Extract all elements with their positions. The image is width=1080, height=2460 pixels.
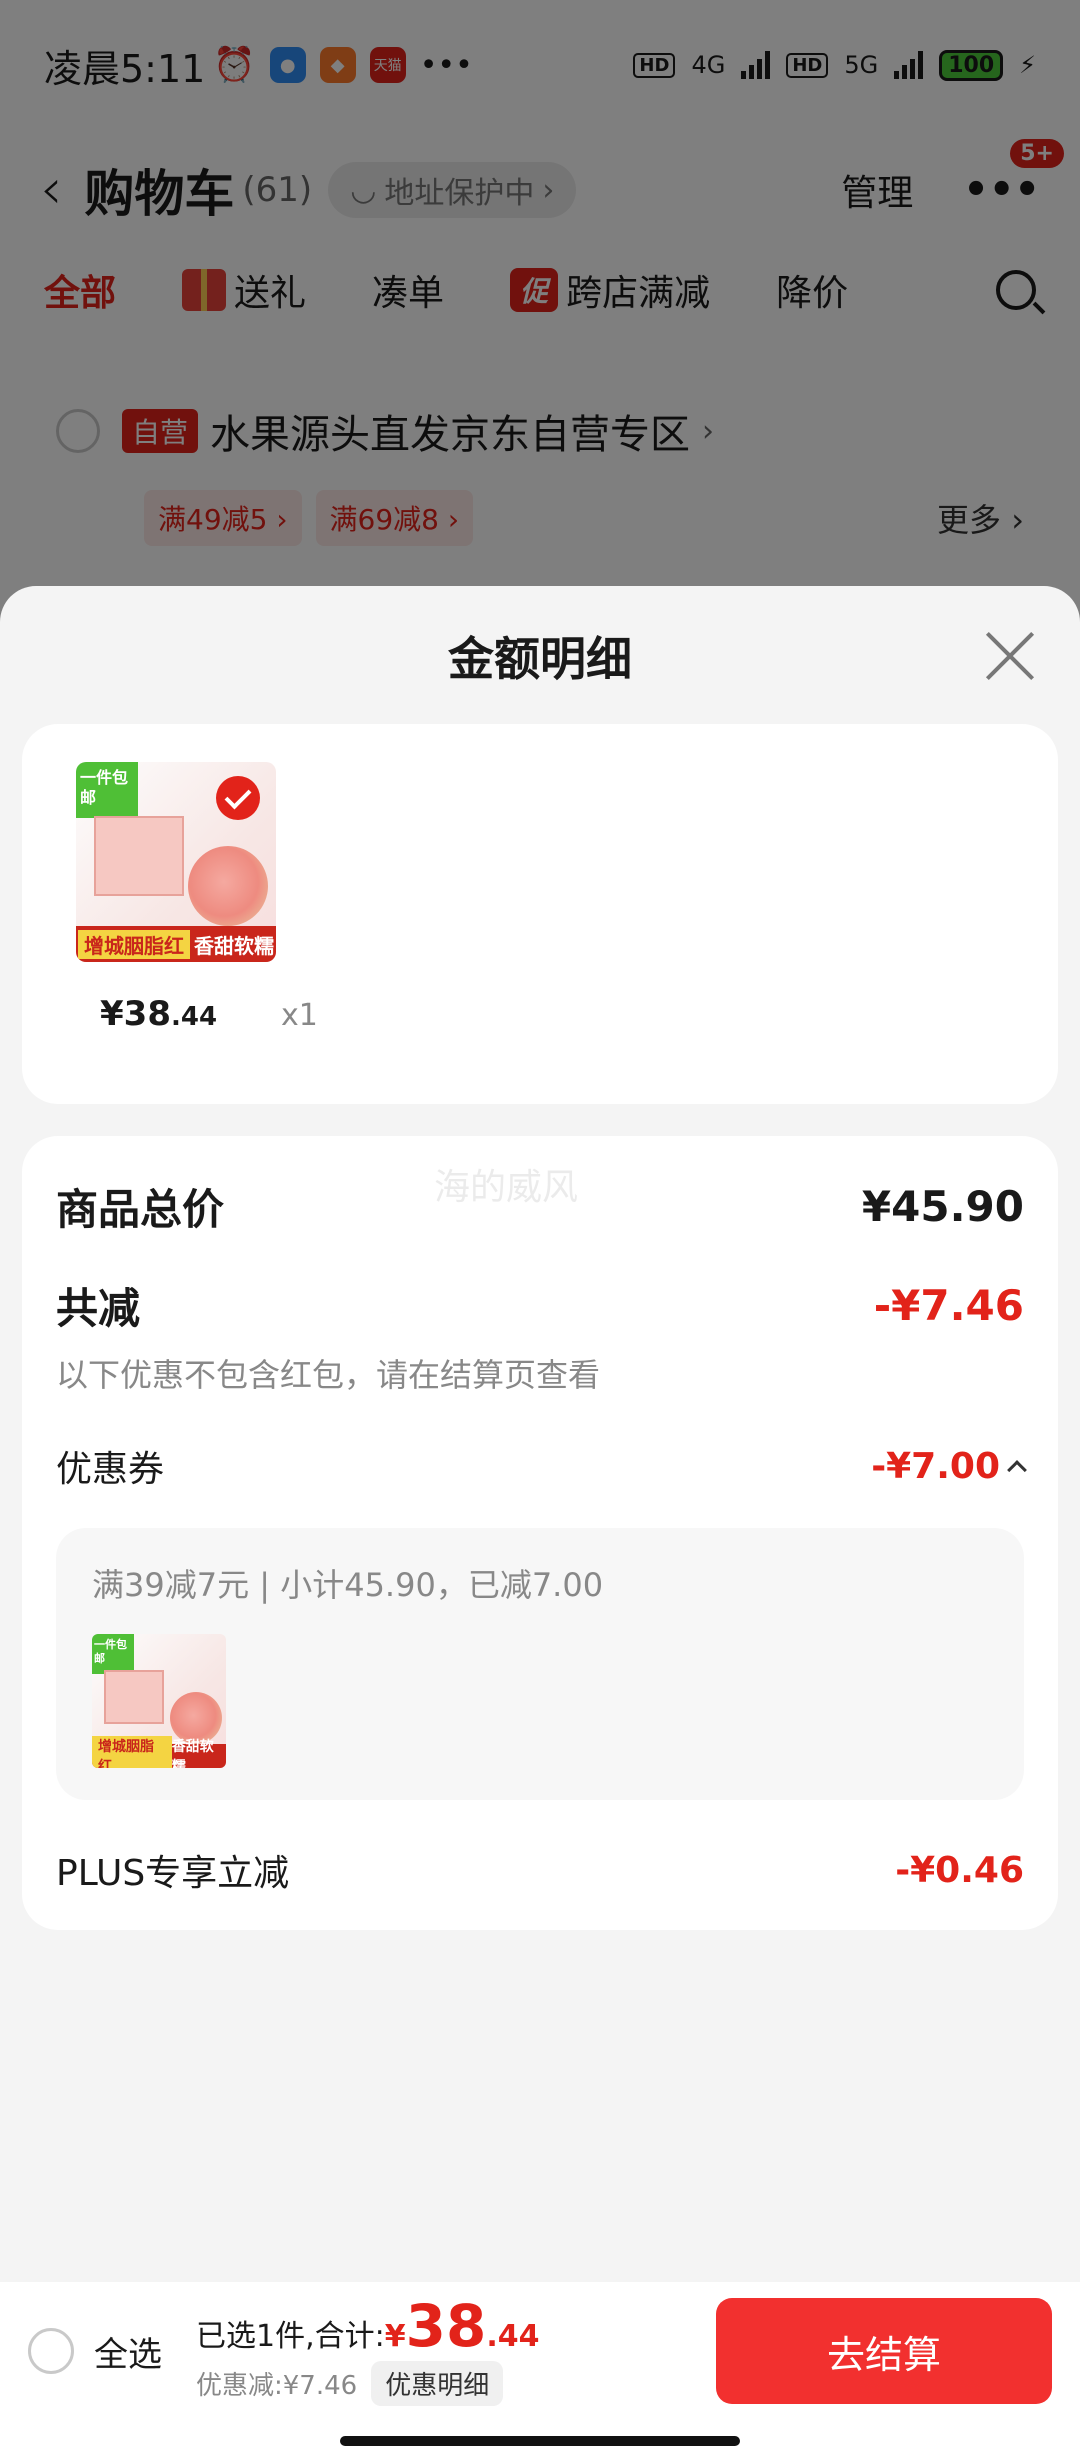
reduction-hint: 以下优惠不包含红包，请在结算页查看 (56, 1356, 601, 1394)
product-card: 一件包邮 增城胭脂红 香甜软糯 ¥38 .44 x1 (22, 724, 1058, 1104)
coupon-row[interactable]: 优惠券 -¥7.00 (56, 1440, 1027, 1492)
close-icon[interactable] (984, 630, 1036, 682)
coupon-value: -¥7.00 (871, 1445, 1000, 1487)
sum-decimal: .44 (486, 2318, 540, 2354)
coupon-product-thumbnail: 一件包邮 增城胭脂红 香甜软糯 (92, 1634, 226, 1768)
product-price-int: ¥38 (100, 994, 171, 1034)
plus-discount-row: PLUS专享立减 -¥0.46 (56, 1844, 1024, 1896)
banner-variety: 增城胭脂红 (78, 929, 190, 959)
total-price-value: ¥45.90 (861, 1182, 1024, 1231)
select-all-radio[interactable] (28, 2328, 74, 2374)
product-banner: 增城胭脂红 香甜软糯 (92, 1736, 226, 1768)
coupon-detail-box: 满39减7元 | 小计45.90，已减7.00 一件包邮 增城胭脂红 香甜软糯 (56, 1528, 1024, 1800)
coupon-label: 优惠券 (56, 1449, 165, 1490)
discount-text: 优惠减:¥7.46 (196, 2370, 358, 2401)
selected-check-icon (216, 776, 260, 820)
sheet-title: 金额明细 (448, 632, 632, 686)
coupon-description: 满39减7元 | 小计45.90，已减7.00 (92, 1566, 604, 1604)
total-reduction-value: -¥7.46 (873, 1281, 1024, 1330)
order-summary: 已选1件,合计: ¥ 38 .44 优惠减:¥7.46 优惠明细 (196, 2297, 539, 2406)
discount-detail-button[interactable]: 优惠明细 (371, 2360, 504, 2406)
banner-variety: 增城胭脂红 (92, 1736, 172, 1768)
product-price-row: ¥38 .44 x1 (76, 994, 1004, 1034)
amount-detail-sheet: 金额明细 一件包邮 增城胭脂红 香甜软糯 ¥38 .44 x1 海的威风 商品总… (0, 586, 1080, 2284)
product-thumbnail[interactable]: 一件包邮 增城胭脂红 香甜软糯 (76, 762, 276, 962)
plus-discount-label: PLUS专享立减 (56, 1853, 290, 1894)
sum-line: 已选1件,合计: ¥ 38 .44 (196, 2297, 539, 2355)
price-breakdown-card: 海的威风 商品总价 ¥45.90 共减 -¥7.46 以下优惠不包含红包，请在结… (22, 1136, 1058, 1930)
plus-discount-value: -¥0.46 (895, 1849, 1024, 1891)
discount-line: 优惠减:¥7.46 优惠明细 (196, 2360, 539, 2406)
summary-prefix: 已选1件,合计: (196, 2318, 385, 2354)
free-shipping-badge: 一件包邮 (76, 762, 138, 818)
free-shipping-badge: 一件包邮 (92, 1634, 134, 1674)
home-indicator[interactable] (340, 2436, 740, 2446)
banner-taste: 香甜软糯 (171, 1739, 214, 1768)
checkout-button[interactable]: 去结算 (716, 2298, 1052, 2404)
product-price-dec: .44 (170, 1002, 218, 1032)
coupon-value-wrap: -¥7.00 (871, 1445, 1027, 1487)
select-all-toggle[interactable]: 全选 (28, 2327, 162, 2376)
product-quantity: x1 (281, 998, 318, 1033)
watermark: 海的威风 (434, 1167, 579, 1208)
sum-integer: 38 (405, 2291, 487, 2360)
total-reduction-row: 共减 -¥7.46 (56, 1275, 1024, 1336)
checkout-bar: 全选 已选1件,合计: ¥ 38 .44 优惠减:¥7.46 优惠明细 去结算 (0, 2282, 1080, 2420)
banner-taste: 香甜软糯 (194, 933, 274, 958)
product-banner: 增城胭脂红 香甜软糯 (76, 926, 276, 962)
guava-fruit-image (188, 846, 268, 926)
sum-currency: ¥ (384, 2318, 406, 2354)
product-box-image (94, 816, 184, 896)
select-all-label: 全选 (94, 2334, 162, 2375)
product-box-image (104, 1670, 164, 1724)
chevron-up-icon[interactable] (1007, 1460, 1027, 1480)
sheet-header: 金额明细 (0, 586, 1080, 726)
total-reduction-label: 共减 (56, 1284, 141, 1333)
total-price-label: 商品总价 (56, 1185, 225, 1234)
